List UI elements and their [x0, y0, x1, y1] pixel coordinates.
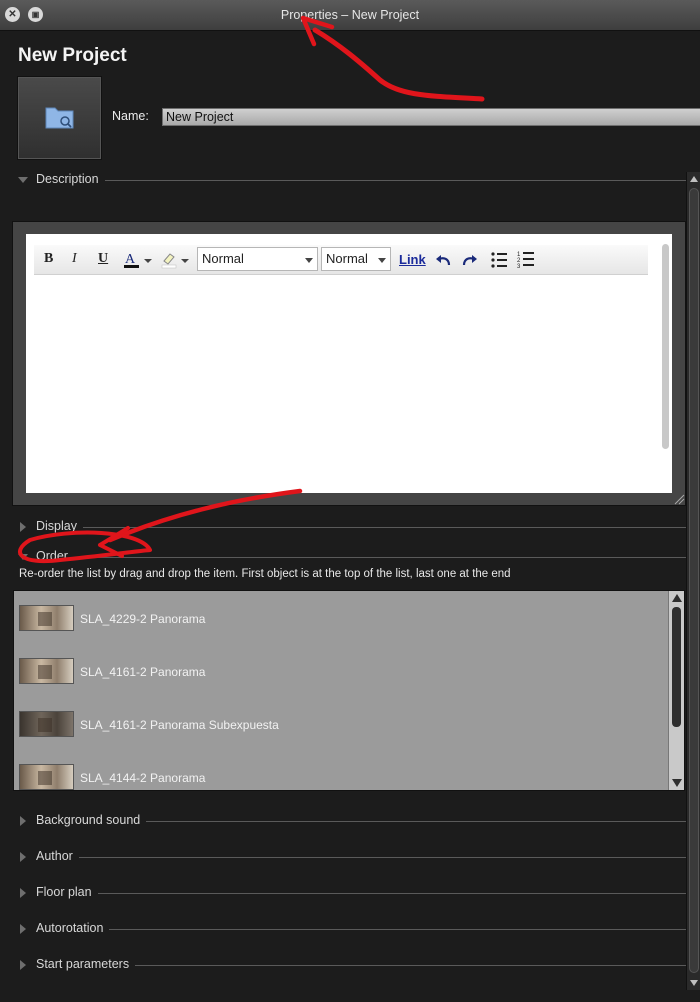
main-scrollbar[interactable]: [686, 172, 700, 990]
numbered-list-icon[interactable]: 1 2 3: [517, 250, 535, 270]
section-author[interactable]: Author: [0, 847, 686, 867]
underline-button[interactable]: U: [98, 251, 108, 267]
panorama-thumbnail: [19, 605, 74, 631]
chevron-right-icon: [20, 960, 26, 970]
arrow-up-icon[interactable]: [672, 594, 682, 602]
section-label: Author: [36, 849, 79, 863]
section-label: Order: [36, 549, 74, 563]
chevron-down-icon: [305, 258, 313, 263]
link-button[interactable]: Link: [399, 252, 426, 267]
description-editor[interactable]: B I U A Normal Normal Link 1 2 3: [26, 234, 672, 493]
editor-toolbar: B I U A Normal Normal Link 1 2 3: [34, 245, 648, 275]
section-description[interactable]: Description: [0, 170, 686, 190]
name-input[interactable]: [162, 108, 700, 126]
title-bar: ✕ ▣ Properties – New Project: [0, 0, 700, 31]
section-autorotation[interactable]: Autorotation: [0, 919, 686, 939]
section-label: Background sound: [36, 813, 147, 827]
section-floor-plan[interactable]: Floor plan: [0, 883, 686, 903]
editor-scrollbar[interactable]: [661, 236, 670, 491]
list-scrollbar[interactable]: [668, 591, 684, 790]
chevron-right-icon: [20, 522, 26, 532]
section-start-parameters[interactable]: Start parameters: [0, 955, 686, 975]
italic-button[interactable]: I: [72, 251, 77, 267]
chevron-down-icon: [378, 258, 386, 263]
chevron-right-icon: [20, 852, 26, 862]
section-order[interactable]: Order: [0, 547, 686, 567]
panorama-thumbnail: [19, 658, 74, 684]
order-list[interactable]: SLA_4229-2 Panorama SLA_4161-2 Panorama …: [13, 590, 685, 791]
list-item[interactable]: SLA_4229-2 Panorama: [19, 605, 659, 631]
project-thumbnail[interactable]: [17, 76, 102, 160]
chevron-right-icon: [20, 816, 26, 826]
undo-icon[interactable]: [434, 253, 452, 269]
chevron-right-icon: [20, 888, 26, 898]
resize-grip-icon[interactable]: [673, 493, 685, 505]
svg-text:3: 3: [517, 264, 521, 270]
list-item[interactable]: SLA_4161-2 Panorama Subexpuesta: [19, 711, 659, 737]
chevron-down-icon: [18, 554, 28, 560]
arrow-up-icon[interactable]: [690, 176, 698, 182]
window-title: Properties – New Project: [280, 8, 420, 22]
arrow-down-icon[interactable]: [690, 980, 698, 986]
section-label: Display: [36, 519, 83, 533]
panorama-thumbnail: [19, 711, 74, 737]
section-label: Description: [36, 172, 105, 186]
text-color-icon[interactable]: A: [123, 250, 155, 270]
folder-search-icon: [45, 107, 74, 129]
section-label: Floor plan: [36, 885, 98, 899]
highlight-color-icon[interactable]: [160, 250, 192, 270]
description-editor-frame: B I U A Normal Normal Link 1 2 3: [12, 221, 686, 506]
section-background-sound[interactable]: Background sound: [0, 811, 686, 831]
svg-text:A: A: [125, 252, 136, 267]
list-item[interactable]: SLA_4144-2 Panorama: [19, 764, 659, 790]
format-select[interactable]: Normal: [197, 247, 318, 271]
arrow-down-icon[interactable]: [672, 779, 682, 787]
section-label: Start parameters: [36, 957, 136, 971]
chevron-right-icon: [20, 924, 26, 934]
order-instructions: Re-order the list by drag and drop the i…: [19, 568, 511, 580]
redo-icon[interactable]: [461, 253, 479, 269]
list-item[interactable]: SLA_4161-2 Panorama: [19, 658, 659, 684]
name-label: Name:: [112, 109, 149, 123]
section-display[interactable]: Display: [0, 517, 686, 537]
panorama-thumbnail: [19, 764, 74, 790]
size-select[interactable]: Normal: [321, 247, 391, 271]
bold-button[interactable]: B: [44, 251, 53, 267]
bulleted-list-icon[interactable]: [490, 251, 508, 269]
chevron-down-icon: [18, 177, 28, 183]
page-title: New Project: [18, 45, 127, 66]
section-label: Autorotation: [36, 921, 110, 935]
